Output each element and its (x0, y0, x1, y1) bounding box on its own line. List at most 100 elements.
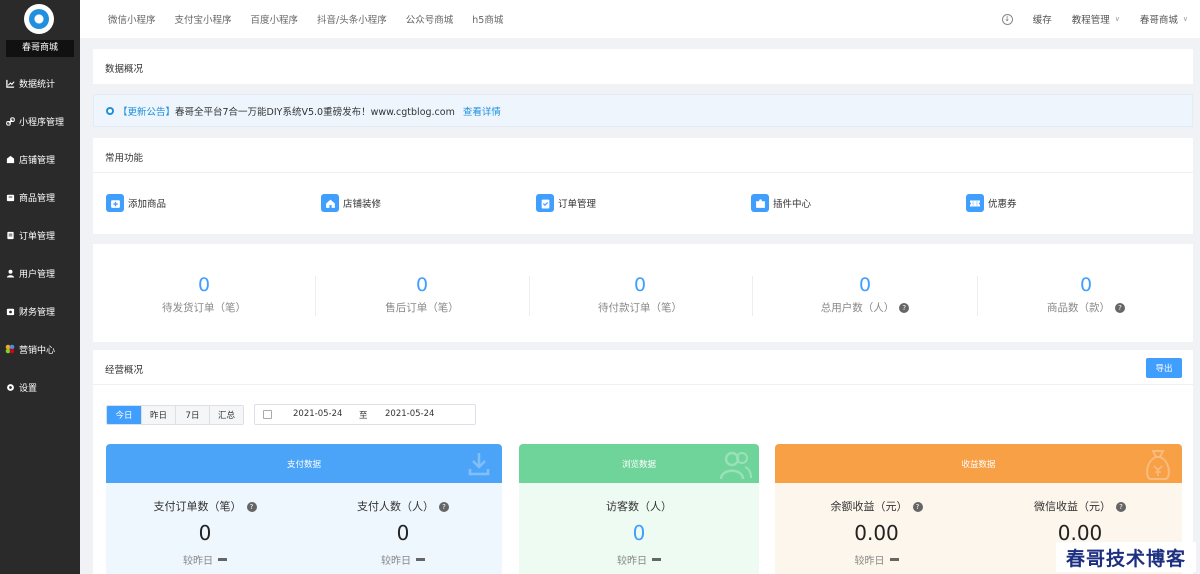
sidebar-menu: 数据统计 小程序管理 店铺管理 商品管理 订单管理 用户管理 财务管理 营销中心… (0, 64, 80, 406)
help-icon[interactable]: ? (1115, 303, 1125, 313)
tab-h5[interactable]: h5商城 (472, 12, 503, 26)
date-to[interactable]: 2021-05-24 (385, 409, 434, 419)
users-icon (719, 450, 753, 483)
help-icon[interactable]: ? (439, 502, 449, 512)
metric-label: 支付人数（人） (357, 500, 434, 513)
overview-title: 数据概况 (105, 64, 144, 75)
chevron-down-icon: ∨ (1182, 15, 1188, 23)
tab-alipay[interactable]: 支付宝小程序 (175, 12, 232, 26)
sidebar-item-data-stats[interactable]: 数据统计 (0, 64, 80, 102)
tab-wechat[interactable]: 微信小程序 (108, 12, 156, 26)
clipboard-icon (536, 194, 554, 212)
date-range-tabs: 今日 昨日 7日 汇总 (106, 405, 244, 425)
range-total[interactable]: 汇总 (209, 406, 243, 424)
compare-label: 较昨日 (617, 556, 647, 567)
sidebar-item-label: 商品管理 (19, 193, 56, 204)
help-icon[interactable]: ? (912, 502, 923, 512)
stat-label: 商品数（款） (1047, 302, 1110, 314)
quick-coupon[interactable]: 优惠券 (966, 194, 1017, 212)
user-icon (5, 268, 15, 278)
stat-label: 待付款订单（笔） (598, 302, 682, 314)
stat-total-users[interactable]: 0 总用户数（人）? (755, 272, 975, 315)
metric-label-wrap: 支付订单数（笔）? (106, 498, 304, 514)
range-today[interactable]: 今日 (107, 406, 141, 424)
notice-detail-link[interactable]: 查看详情 (463, 104, 501, 118)
quick-item-label: 优惠券 (988, 199, 1017, 210)
metric-label: 微信收益（元） (1034, 500, 1111, 513)
sidebar-item-user[interactable]: 用户管理 (0, 254, 80, 292)
quick-store-decor[interactable]: 店铺装修 (321, 194, 381, 212)
money-bag-icon (1144, 449, 1172, 484)
metric-value: 0 (198, 521, 212, 545)
tutorial-dropdown[interactable]: 教程管理 ∨ (1072, 12, 1120, 26)
date-from[interactable]: 2021-05-24 (293, 409, 342, 419)
help-icon[interactable]: ? (1116, 502, 1126, 512)
sidebar-item-settings[interactable]: 设置 (0, 368, 80, 406)
puzzle-icon (751, 194, 769, 212)
stat-goods-count[interactable]: 0 商品数（款）? (976, 272, 1196, 315)
link-icon (5, 116, 15, 126)
range-7days[interactable]: 7日 (175, 406, 209, 424)
sidebar-item-store[interactable]: 店铺管理 (0, 140, 80, 178)
download-icon (468, 452, 490, 479)
cache-button[interactable]: 缓存 (1033, 12, 1052, 26)
flat-trend-icon (889, 558, 899, 561)
logo[interactable] (24, 4, 54, 34)
stat-value: 0 (858, 274, 872, 296)
compare-label: 较昨日 (381, 556, 411, 567)
compare-label: 较昨日 (183, 556, 213, 567)
metric-label-wrap: 支付人数（人）? (304, 498, 502, 514)
quick-item-label: 订单管理 (558, 199, 597, 210)
help-icon[interactable]: ? (246, 502, 257, 512)
range-yesterday[interactable]: 昨日 (141, 406, 175, 424)
export-button[interactable]: 导出 (1146, 358, 1182, 378)
metric-value: 0 (396, 521, 410, 545)
stat-label: 售后订单（笔） (385, 302, 459, 314)
quick-order-manage[interactable]: 订单管理 (536, 194, 596, 212)
quick-add-goods[interactable]: 添加商品 (106, 194, 166, 212)
date-separator: 至 (359, 411, 368, 421)
quick-plugin-center[interactable]: 插件中心 (751, 194, 811, 212)
sidebar-item-finance[interactable]: 财务管理 (0, 292, 80, 330)
panel-title: 支付数据 (286, 459, 321, 470)
metric-label: 访客数（人） (606, 500, 672, 513)
chart-line-icon (5, 78, 15, 88)
notice-text: 春哥全平台7合一万能DIY系统V5.0重磅发布！www.cgtblog.com (175, 106, 455, 118)
sidebar-item-goods[interactable]: 商品管理 (0, 178, 80, 216)
sidebar-item-marketing[interactable]: 营销中心 (0, 330, 80, 368)
stat-pending-shipment[interactable]: 0 待发货订单（笔） (94, 272, 314, 315)
sidebar-item-order[interactable]: 订单管理 (0, 216, 80, 254)
sidebar-item-miniprogram[interactable]: 小程序管理 (0, 102, 80, 140)
business-title: 经营概况 (105, 365, 144, 376)
marketing-icon (5, 344, 15, 354)
sidebar-item-label: 财务管理 (19, 307, 56, 318)
flat-trend-icon (416, 558, 425, 561)
quick-functions-card: 常用功能 (93, 138, 1193, 234)
notice-tag: 【更新公告】 (118, 106, 176, 118)
panel-header: 收益数据 (775, 444, 1182, 483)
download-button[interactable]: ↓ (1001, 13, 1013, 25)
finance-icon (5, 306, 15, 316)
gear-icon (5, 382, 15, 392)
date-range-picker[interactable]: 2021-05-24 至 2021-05-24 (254, 404, 476, 425)
sidebar-item-label: 店铺管理 (19, 155, 56, 166)
stat-label-wrap: 商品数（款）? (976, 300, 1196, 315)
metric-balance-income: 余额收益（元）? 0.00 较昨日 (775, 498, 978, 567)
stat-value: 0 (415, 274, 429, 296)
quick-functions-title: 常用功能 (105, 153, 144, 164)
tab-douyin[interactable]: 抖音/头条小程序 (317, 12, 387, 26)
sidebar: 春哥商城 数据统计 小程序管理 店铺管理 商品管理 订单管理 用户管理 财务管理… (0, 0, 80, 574)
metric-value: 0 (632, 521, 646, 545)
tab-baidu[interactable]: 百度小程序 (251, 12, 299, 26)
download-icon: ↓ (1001, 13, 1013, 25)
help-icon[interactable]: ? (899, 303, 910, 313)
shop-dropdown[interactable]: 春哥商城 ∨ (1140, 12, 1188, 26)
coupon-icon (966, 194, 984, 212)
divider (93, 172, 1193, 173)
blog-watermark: 春哥技术博客 (1056, 542, 1196, 572)
quick-item-label: 添加商品 (128, 199, 167, 210)
tab-official-account[interactable]: 公众号商城 (406, 12, 454, 26)
stat-label-wrap: 总用户数（人）? (755, 300, 975, 315)
stat-pending-payment[interactable]: 0 待付款订单（笔） (530, 272, 750, 315)
stat-aftersale[interactable]: 0 售后订单（笔） (312, 272, 532, 315)
